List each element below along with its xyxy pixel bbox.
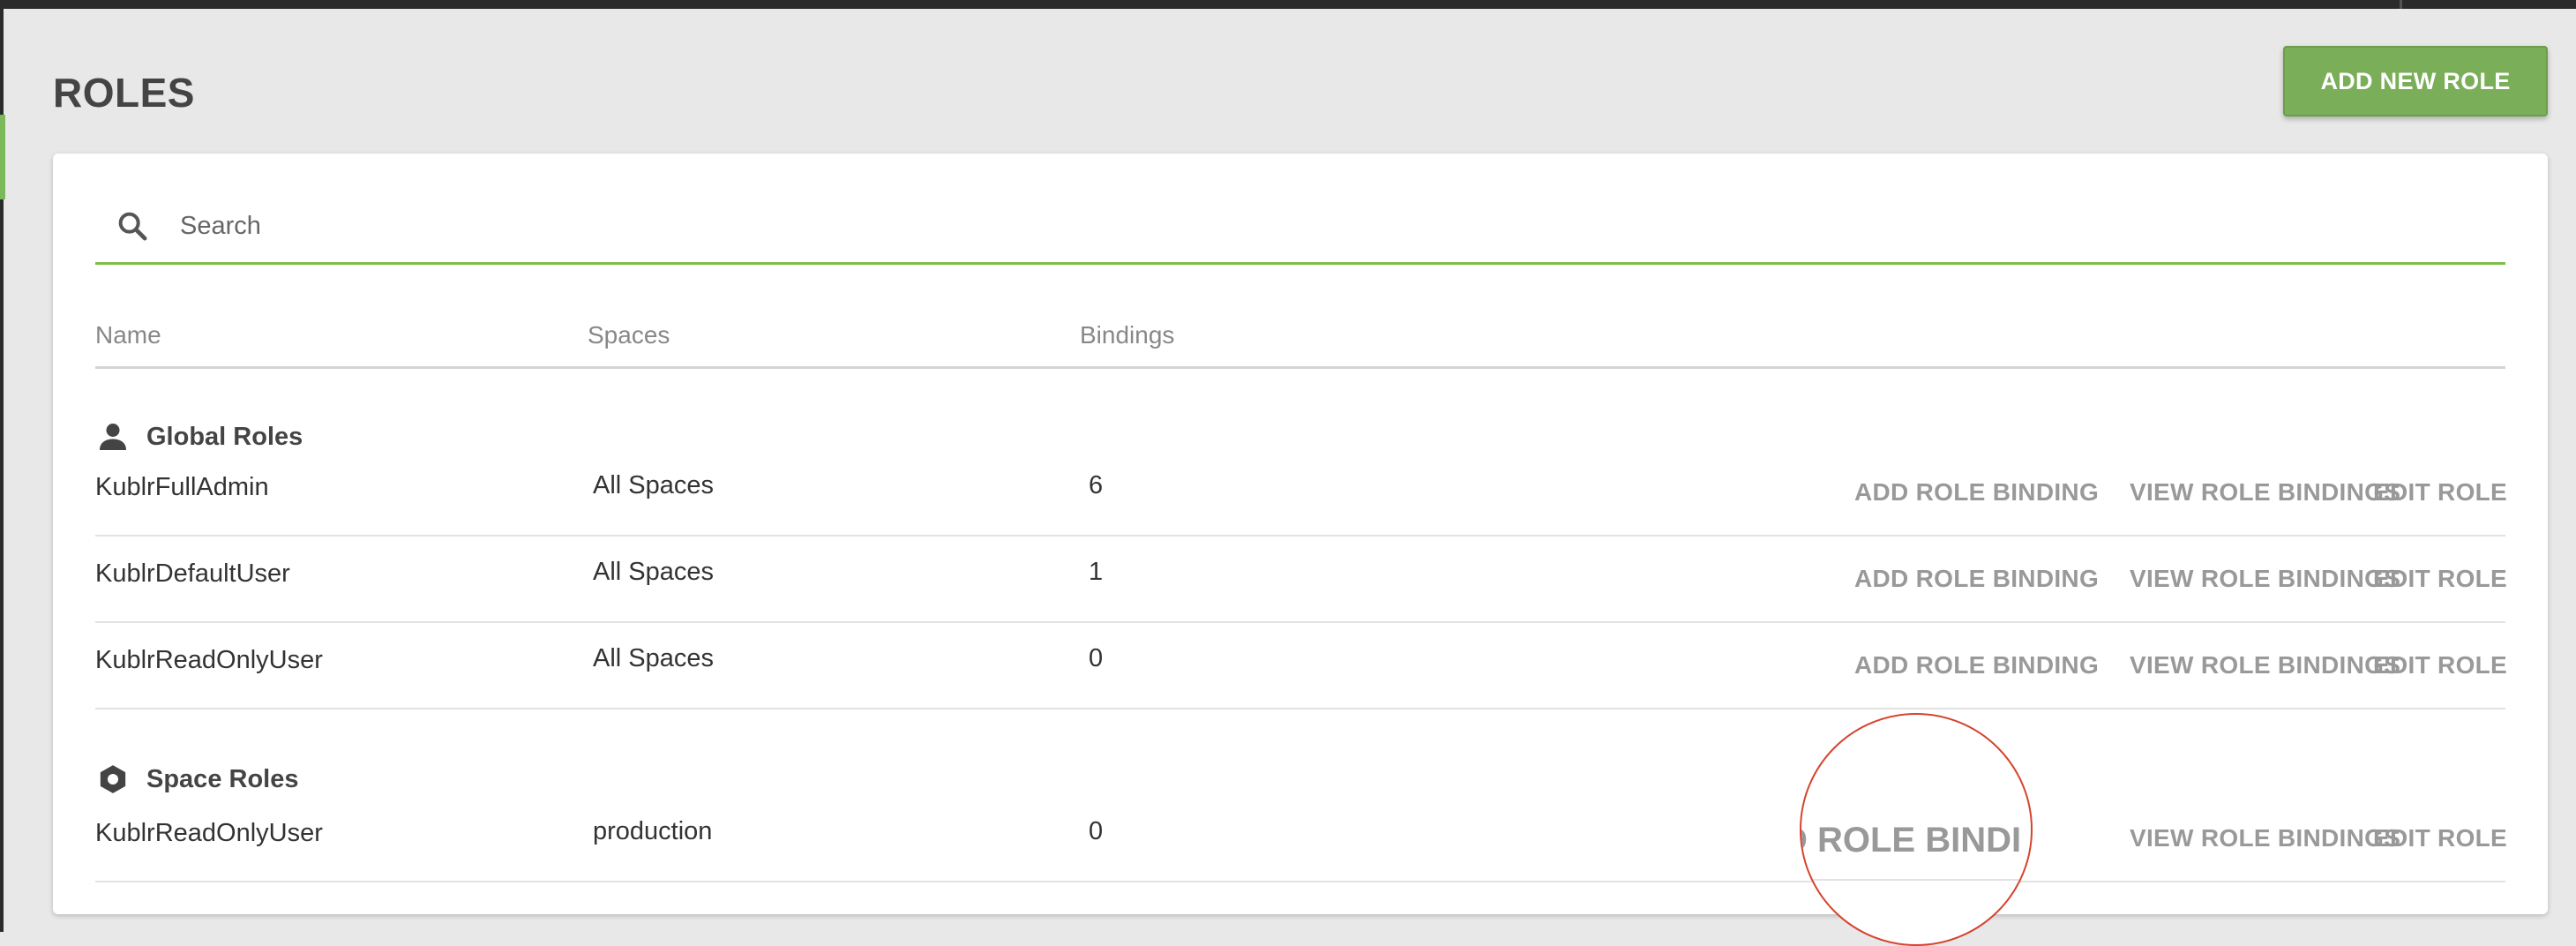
column-header-bindings[interactable]: Bindings [1080,321,1174,349]
edit-role-button[interactable]: EDIT ROLE [2373,824,2507,852]
role-spaces: All Spaces [593,558,715,586]
role-name: KublrReadOnlyUser [95,819,323,847]
add-role-binding-button[interactable]: ADD ROLE BINDING [1854,565,2099,593]
view-role-bindings-button[interactable]: VIEW ROLE BINDINGS [2130,478,2400,507]
row-divider [1801,879,2031,881]
table-row: KublrDefaultUser All Spaces 1 ADD ROLE B… [95,537,2507,623]
role-bindings-count: 0 [1089,644,1104,672]
table-header: Name Spaces Bindings [95,318,2505,369]
top-app-bar [0,0,2576,9]
column-header-name[interactable]: Name [95,321,161,349]
role-bindings-count: 0 [1089,817,1104,845]
section-label: Space Roles [146,764,299,793]
table-row: KublrFullAdmin All Spaces 6 ADD ROLE BIN… [95,450,2507,537]
search-icon [118,212,147,241]
add-role-binding-button[interactable]: D ROLE BINDI [1801,821,2021,860]
person-icon [100,424,126,450]
search-bar [95,189,2505,265]
column-header-spaces[interactable]: Spaces [588,321,670,349]
view-role-bindings-button[interactable]: VIEW ROLE BINDINGS [2130,565,2400,593]
view-role-bindings-button[interactable]: VIEW ROLE BINDINGS [2130,824,2400,852]
role-name: KublrDefaultUser [95,559,290,588]
role-name: KublrFullAdmin [95,473,269,501]
left-nav-active-indicator [0,115,5,199]
role-spaces: production [593,817,713,845]
roles-card: Name Spaces Bindings Global Roles KublrF… [53,154,2548,914]
role-bindings-count: 6 [1089,471,1104,499]
section-label: Global Roles [146,422,303,451]
role-bindings-count: 1 [1089,558,1104,586]
table-row: KublrReadOnlyUser production 0 VIEW ROLE… [95,796,2507,882]
search-input[interactable] [180,203,2474,249]
edit-role-button[interactable]: EDIT ROLE [2373,651,2507,679]
cursor-highlight-lens[interactable]: D ROLE BINDI [1800,713,2033,946]
view-role-bindings-button[interactable]: VIEW ROLE BINDINGS [2130,651,2400,679]
role-name: KublrReadOnlyUser [95,646,323,674]
section-space-roles: Space Roles [95,757,298,801]
edit-role-button[interactable]: EDIT ROLE [2373,565,2507,593]
role-spaces: All Spaces [593,644,715,672]
top-bar-divider [2400,0,2402,9]
table-row: KublrReadOnlyUser All Spaces 0 ADD ROLE … [95,623,2507,710]
role-spaces: All Spaces [593,471,715,499]
add-new-role-button[interactable]: ADD NEW ROLE [2283,46,2548,116]
add-role-binding-button[interactable]: ADD ROLE BINDING [1854,651,2099,679]
hexagon-icon [100,765,126,793]
edit-role-button[interactable]: EDIT ROLE [2373,478,2507,507]
add-role-binding-button[interactable]: ADD ROLE BINDING [1854,478,2099,507]
page-title: ROLES [53,70,195,116]
